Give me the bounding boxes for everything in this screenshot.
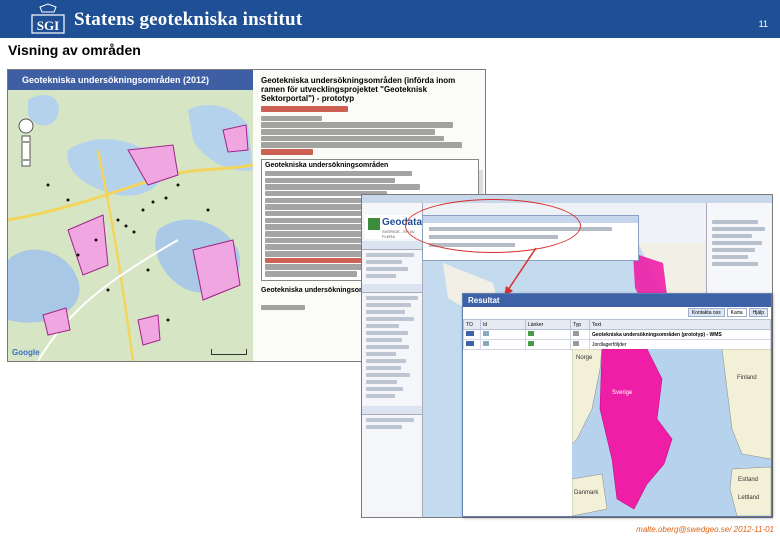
map-scale-bar [211, 349, 247, 355]
info-text-block [253, 106, 485, 155]
slide-number: 11 [758, 19, 768, 29]
map-label: Norge [576, 355, 593, 361]
layer-icon [466, 341, 474, 346]
result-map[interactable]: Norge Sverige Finland Estland Lettland D… [572, 349, 771, 516]
larger-map-link[interactable] [261, 304, 305, 311]
result-table: TO Id Länker Typ Text Geotekniska unders… [463, 319, 771, 350]
sgi-logo-icon: SGI [31, 3, 65, 34]
result-title: Resultat [463, 294, 771, 307]
type-icon [573, 341, 579, 346]
result-window: Resultat Kontakta oss Karta Hjälp TO Id … [462, 293, 772, 517]
result-map-canvas: Norge Sverige Finland Estland Lettland D… [572, 349, 771, 516]
logo-text: SGI [37, 18, 59, 33]
tab-map[interactable]: Karta [726, 308, 747, 317]
google-logo: Google [12, 348, 40, 357]
col-id: Id [480, 319, 526, 330]
map-label: Sverige [612, 390, 633, 396]
map-canvas [8, 90, 253, 361]
link-icon [528, 331, 534, 336]
layer-icon [466, 331, 474, 336]
link-icon [528, 341, 534, 346]
map-label: Estland [738, 477, 758, 483]
tab-contact[interactable]: Kontakta oss [687, 308, 725, 317]
tab-help[interactable]: Hjälp [748, 308, 768, 317]
result-text: Jordlagerföljder [589, 339, 771, 350]
download-link[interactable] [261, 149, 314, 155]
col-links: Länker [525, 319, 571, 330]
map-label: Danmark [574, 490, 599, 496]
table-row[interactable]: Jordlagerföljder [463, 339, 771, 350]
investigation-area [222, 124, 249, 153]
result-tabs: Kontakta oss Karta Hjälp [687, 308, 768, 317]
portal-left-panel [362, 203, 423, 517]
info-heading: Geotekniska undersökningsområden (införd… [261, 76, 456, 103]
map-title-bar: Geotekniska undersökningsområden (2012) [8, 70, 253, 90]
file-icon [483, 331, 489, 336]
geodata-logo-icon [368, 218, 380, 230]
result-text: Geotekniska undersökningsområden (protot… [589, 329, 771, 340]
annotation-arrow-icon [504, 247, 537, 296]
map-view[interactable]: Google [8, 90, 253, 361]
highlight-ellipse [405, 199, 581, 253]
brand-name: Statens geotekniska institut [74, 9, 303, 30]
col-type: Typ [570, 319, 590, 330]
slide-title: Visning av områden [8, 42, 141, 58]
type-icon [573, 331, 579, 336]
map-label: Finland [737, 375, 757, 381]
map-label: Lettland [738, 495, 759, 501]
attributes-heading: Geotekniska undersökningsområden [265, 161, 389, 169]
table-row[interactable]: Geotekniska undersökningsområden (protot… [463, 329, 771, 340]
file-icon [483, 341, 489, 346]
col-text: Text [589, 319, 771, 330]
col-to: TO [463, 319, 481, 330]
sgi-header: SGI Statens geotekniska institut 11 [0, 0, 780, 38]
map-zoom-control[interactable] [18, 118, 34, 174]
footer-contact: malte.oberg@swedgeo.se/ 2012-11-01 [636, 525, 774, 534]
